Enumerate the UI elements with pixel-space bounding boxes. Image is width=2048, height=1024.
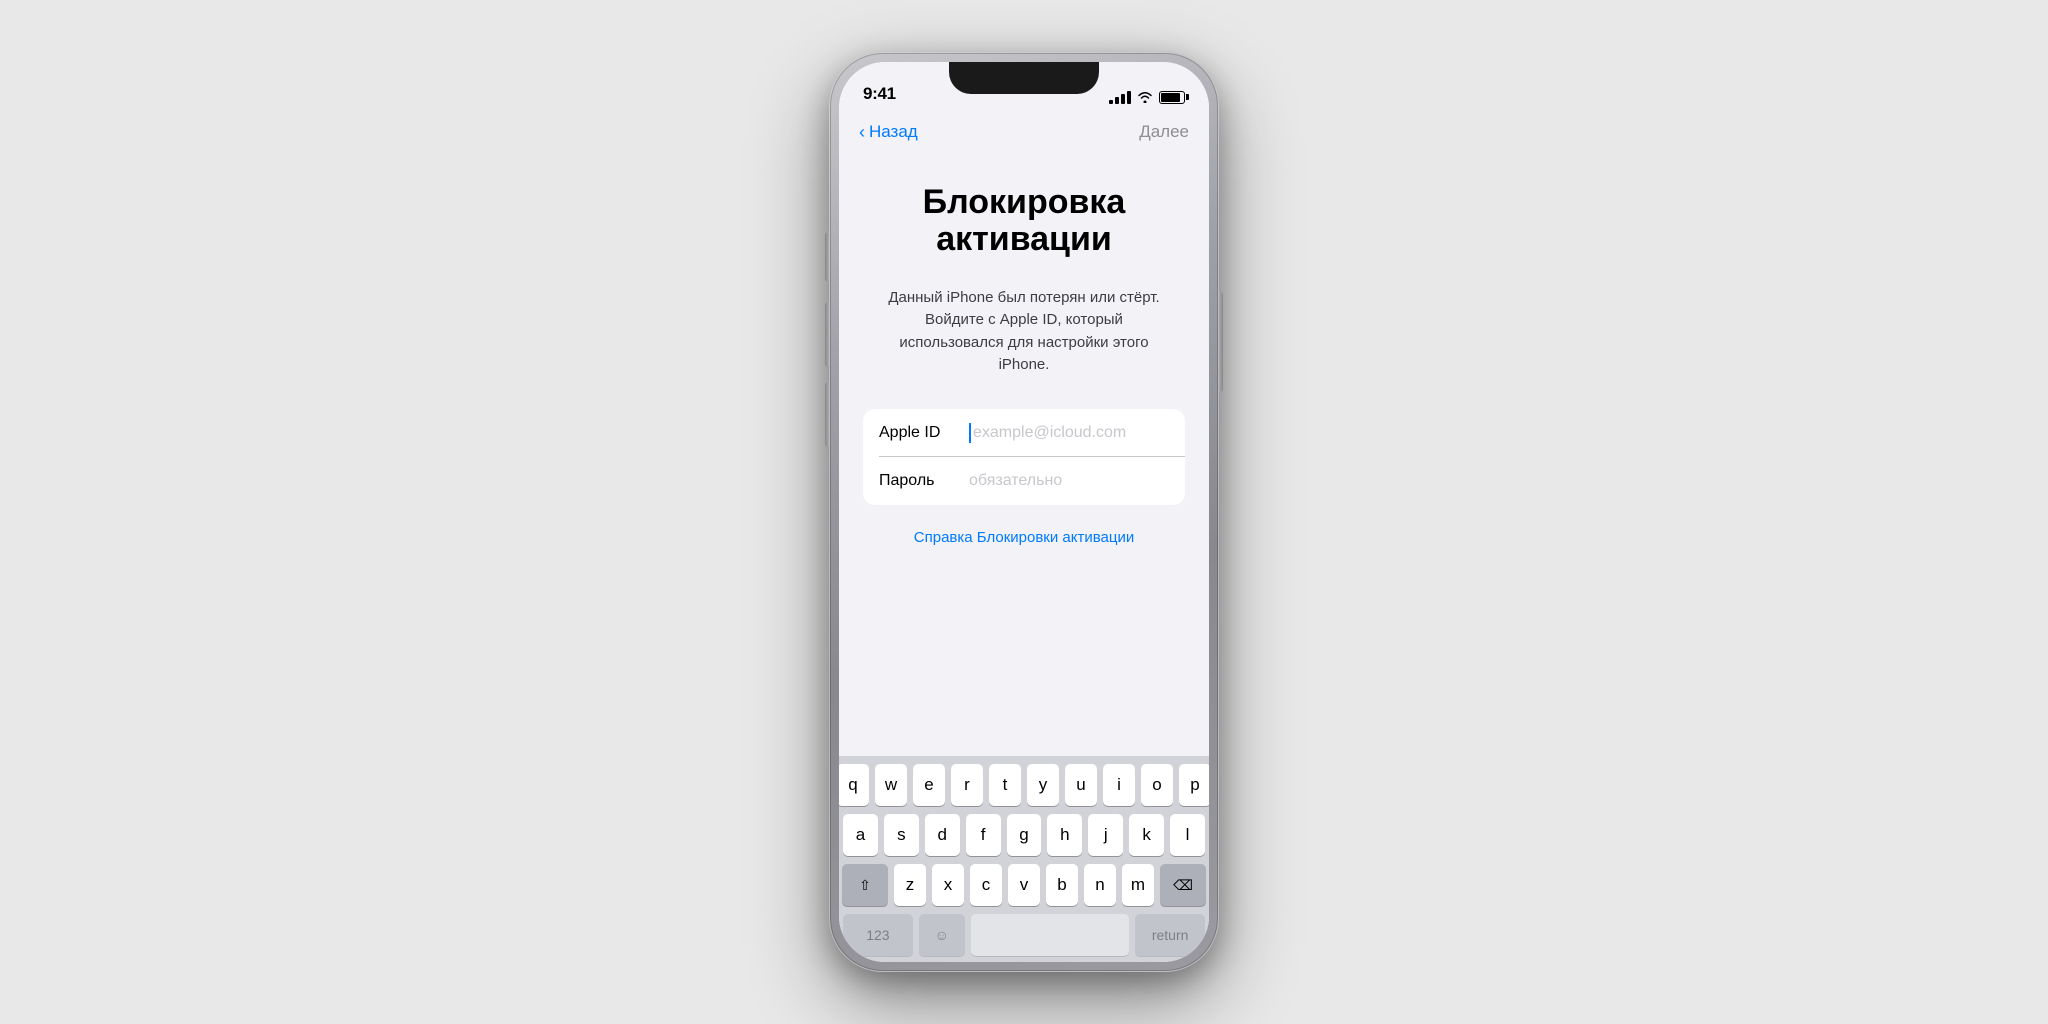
emoji-key[interactable]: ☺ bbox=[919, 914, 965, 956]
back-button[interactable]: ‹ Назад bbox=[859, 122, 918, 143]
key-i[interactable]: i bbox=[1103, 764, 1135, 806]
key-w[interactable]: w bbox=[875, 764, 907, 806]
key-k[interactable]: k bbox=[1129, 814, 1164, 856]
apple-id-input[interactable] bbox=[973, 424, 1180, 442]
keyboard: q w e r t y u i o p a s d f g bbox=[839, 756, 1209, 962]
volume-up-button[interactable] bbox=[825, 302, 829, 367]
power-button[interactable] bbox=[1219, 292, 1223, 392]
text-cursor bbox=[969, 423, 971, 443]
keyboard-row-4: 123 ☺ return bbox=[843, 914, 1205, 956]
battery-fill bbox=[1161, 93, 1180, 102]
volume-down-button[interactable] bbox=[825, 382, 829, 447]
key-b[interactable]: b bbox=[1046, 864, 1078, 906]
key-e[interactable]: e bbox=[913, 764, 945, 806]
back-label: Назад bbox=[869, 122, 918, 142]
key-f[interactable]: f bbox=[966, 814, 1001, 856]
apple-id-label: Apple ID bbox=[879, 424, 969, 442]
key-g[interactable]: g bbox=[1007, 814, 1042, 856]
password-input[interactable] bbox=[969, 472, 1176, 490]
key-u[interactable]: u bbox=[1065, 764, 1097, 806]
key-s[interactable]: s bbox=[884, 814, 919, 856]
wifi-icon bbox=[1137, 91, 1153, 103]
key-x[interactable]: x bbox=[932, 864, 964, 906]
back-chevron-icon: ‹ bbox=[859, 122, 865, 143]
key-a[interactable]: a bbox=[843, 814, 878, 856]
key-m[interactable]: m bbox=[1122, 864, 1154, 906]
key-v[interactable]: v bbox=[1008, 864, 1040, 906]
notch bbox=[949, 62, 1099, 94]
key-t[interactable]: t bbox=[989, 764, 1021, 806]
key-j[interactable]: j bbox=[1088, 814, 1123, 856]
phone-frame: 9:41 bbox=[829, 52, 1219, 972]
key-p[interactable]: p bbox=[1179, 764, 1209, 806]
key-l[interactable]: l bbox=[1170, 814, 1205, 856]
status-icons bbox=[1109, 90, 1185, 104]
key-d[interactable]: d bbox=[925, 814, 960, 856]
battery-icon bbox=[1159, 91, 1185, 104]
delete-key[interactable]: ⌫ bbox=[1160, 864, 1206, 906]
password-label: Пароль bbox=[879, 472, 969, 490]
key-y[interactable]: y bbox=[1027, 764, 1059, 806]
key-n[interactable]: n bbox=[1084, 864, 1116, 906]
description-text: Данный iPhone был потерян или стёрт. Вой… bbox=[863, 287, 1185, 377]
keyboard-row-2: a s d f g h j k l bbox=[843, 814, 1205, 856]
help-link[interactable]: Справка Блокировки активации bbox=[863, 529, 1185, 546]
apple-id-input-area bbox=[969, 423, 1180, 443]
next-button[interactable]: Далее bbox=[1139, 122, 1189, 142]
password-field[interactable]: Пароль bbox=[863, 457, 1185, 505]
signal-icon bbox=[1109, 90, 1131, 104]
form-container: Apple ID Пароль bbox=[863, 409, 1185, 505]
page-title: Блокировка активации bbox=[863, 184, 1185, 259]
key-r[interactable]: r bbox=[951, 764, 983, 806]
key-z[interactable]: z bbox=[894, 864, 926, 906]
shift-key[interactable]: ⇧ bbox=[842, 864, 888, 906]
key-h[interactable]: h bbox=[1047, 814, 1082, 856]
nav-bar: ‹ Назад Далее bbox=[839, 110, 1209, 154]
numbers-key[interactable]: 123 bbox=[843, 914, 913, 956]
key-c[interactable]: c bbox=[970, 864, 1002, 906]
status-time: 9:41 bbox=[863, 84, 896, 104]
keyboard-row-3: ⇧ z x c v b n m ⌫ bbox=[843, 864, 1205, 906]
space-key[interactable] bbox=[971, 914, 1130, 956]
apple-id-field[interactable]: Apple ID bbox=[863, 409, 1185, 457]
key-o[interactable]: o bbox=[1141, 764, 1173, 806]
key-q[interactable]: q bbox=[839, 764, 869, 806]
main-content: Блокировка активации Данный iPhone был п… bbox=[839, 154, 1209, 756]
keyboard-row-1: q w e r t y u i o p bbox=[843, 764, 1205, 806]
phone-screen: 9:41 bbox=[839, 62, 1209, 962]
status-bar: 9:41 bbox=[839, 62, 1209, 110]
return-key[interactable]: return bbox=[1135, 914, 1205, 956]
screen-content: 9:41 bbox=[839, 62, 1209, 962]
